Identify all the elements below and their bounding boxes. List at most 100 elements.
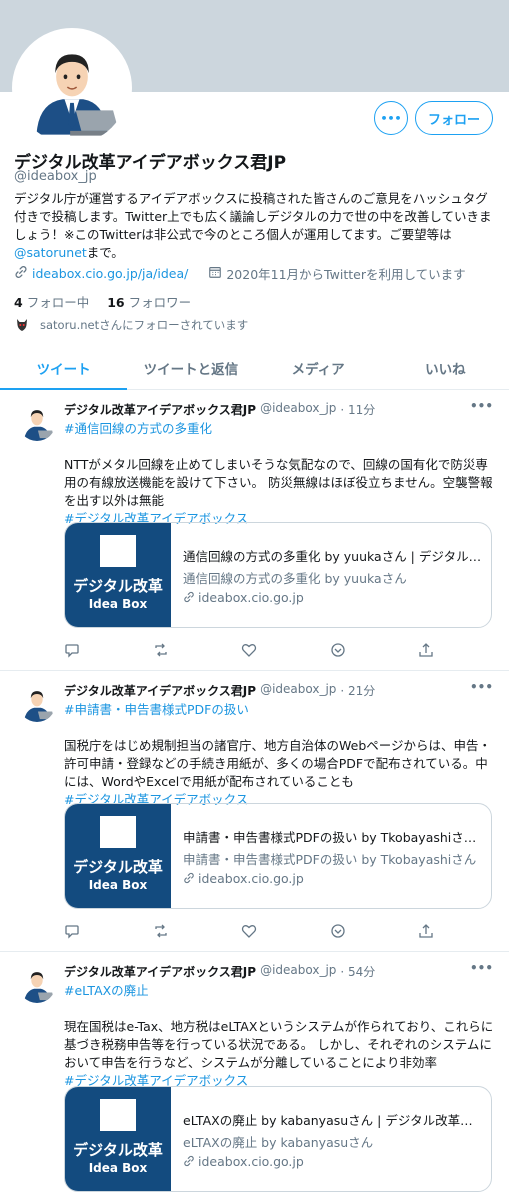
follow-button[interactable]: フォロー [415,101,493,135]
card-image-title: デジタル改革 [73,858,163,876]
following-label: フォロー中 [26,295,90,310]
retweet-icon[interactable] [153,923,169,942]
card-url: ideabox.cio.go.jp [183,871,479,886]
card-image-subtitle: Idea Box [88,878,148,892]
card-title: 申請書・申告書様式PDFの扱い by Tkobayashiさん | ... [183,829,483,845]
more-icon[interactable]: ••• [470,961,493,975]
card-url-text: ideabox.cio.go.jp [198,1153,304,1169]
profile-bio: デジタル庁が運営するアイデアボックスに投稿された皆さんのご意見をハッシュタグ付き… [14,190,498,262]
card-image: デジタル改革 Idea Box [65,804,171,908]
link-card[interactable]: デジタル改革 Idea Box 通信回線の方式の多重化 by yuukaさん |… [64,522,492,628]
more-options-button[interactable]: ••• [374,101,408,135]
tab-tweets-replies[interactable]: ツイートと返信 [127,347,254,389]
tweet[interactable]: デジタル改革アイデアボックス君JP @ideabox_jp · 21分 ••• … [0,672,509,952]
profile-handle: @ideabox_jp [14,169,97,184]
bio-mention-link[interactable]: @satorunet [14,245,87,260]
tweet-avatar[interactable] [18,684,56,722]
card-info: 申請書・申告書様式PDFの扱い by Tkobayashiさん | ... 申請… [171,804,491,908]
share-icon[interactable] [418,923,434,942]
calendar-icon [208,265,222,282]
tweet-header: デジタル改革アイデアボックス君JP @ideabox_jp · 21分 [64,682,375,699]
share-icon[interactable] [418,642,434,661]
followers-count-link[interactable]: 16 フォロワー [107,292,191,311]
tweet-avatar[interactable] [18,965,56,1003]
tweet-author-name[interactable]: デジタル改革アイデアボックス君JP [64,401,256,418]
like-icon[interactable] [241,923,257,942]
tweet-hashtag[interactable]: #通信回線の方式の多重化 [64,420,496,438]
follow-counts: 4 フォロー中 16 フォロワー [14,292,191,311]
profile-tabs: ツイート ツイートと返信 メディア いいね [0,347,509,390]
link-icon [184,591,194,603]
profile-meta: ideabox.cio.go.jp/ja/idea/ 2020年11月からTwi… [14,264,466,283]
link-icon [184,872,194,884]
tweet-author-name[interactable]: デジタル改革アイデアボックス君JP [64,682,256,699]
joined-date: 2020年11月からTwitterを利用しています [226,267,466,282]
dm-icon[interactable] [330,642,346,661]
tweet-author-handle[interactable]: @ideabox_jp [260,963,336,980]
more-icon[interactable]: ••• [470,399,493,413]
tweet-text: #eLTAXの廃止 現在国税はe-Tax、地方税はeLTAXというシステムが作ら… [64,982,496,1090]
tweet-avatar[interactable] [18,403,56,441]
following-count-link[interactable]: 4 フォロー中 [14,292,89,311]
tweet-author-handle[interactable]: @ideabox_jp [260,401,336,418]
tweet-text: #申請書・申告書様式PDFの扱い 国税庁をはじめ規制担当の諸官庁、地方自治体のW… [64,701,496,809]
link-icon [14,265,28,282]
link-card[interactable]: デジタル改革 Idea Box eLTAXの廃止 by kabanyasuさん … [64,1086,492,1192]
card-image: デジタル改革 Idea Box [65,1087,171,1191]
card-url: ideabox.cio.go.jp [183,1154,479,1169]
tweet-body: 現在国税はe-Tax、地方税はeLTAXというシステムが作られており、これらに基… [64,1019,494,1070]
more-icon[interactable]: ••• [470,680,493,694]
tweet-text: #通信回線の方式の多重化 NTTがメタル回線を止めてしまいそうな気配なので、回線… [64,420,496,528]
card-image-subtitle: Idea Box [88,597,148,611]
tweet-header: デジタル改革アイデアボックス君JP @ideabox_jp · 54分 [64,963,375,980]
follower-avatar-icon [17,319,27,331]
link-icon [184,1155,194,1167]
card-logo-icon [100,1099,136,1131]
tab-likes[interactable]: いいね [382,347,509,389]
tweet[interactable]: デジタル改革アイデアボックス君JP @ideabox_jp · 11分 ••• … [0,391,509,671]
tweet-body: 国税庁をはじめ規制担当の諸官庁、地方自治体のWebページからは、申告・許可申請・… [64,738,492,789]
card-url-text: ideabox.cio.go.jp [198,589,304,605]
tweet-header: デジタル改革アイデアボックス君JP @ideabox_jp · 11分 [64,401,375,418]
card-image: デジタル改革 Idea Box [65,523,171,627]
tweet-author-handle[interactable]: @ideabox_jp [260,682,336,699]
followed-by-text: satoru.netさんにフォローされています [40,318,249,332]
tweet-hashtag[interactable]: #eLTAXの廃止 [64,982,496,1000]
like-icon[interactable] [241,642,257,661]
card-info: 通信回線の方式の多重化 by yuukaさん | デジタル改... 通信回線の方… [171,523,491,627]
card-image-title: デジタル改革 [73,577,163,595]
followers-count: 16 [107,295,125,310]
card-title: 通信回線の方式の多重化 by yuukaさん | デジタル改... [183,548,483,564]
tweet-time[interactable]: · 21分 [340,682,375,699]
tweet[interactable]: デジタル改革アイデアボックス君JP @ideabox_jp · 54分 ••• … [0,953,509,1200]
followed-by[interactable]: satoru.netさんにフォローされています [16,317,248,333]
card-image-title: デジタル改革 [73,1141,163,1159]
card-image-subtitle: Idea Box [88,1161,148,1175]
reply-icon[interactable] [64,923,80,942]
card-description: eLTAXの廃止 by kabanyasuさん [183,1134,374,1150]
card-description: 通信回線の方式の多重化 by yuukaさん [183,570,407,586]
dm-icon[interactable] [330,923,346,942]
retweet-icon[interactable] [153,642,169,661]
profile-website-link[interactable]: ideabox.cio.go.jp/ja/idea/ [32,266,188,281]
tweet-body: NTTがメタル回線を止めてしまいそうな気配なので、回線の国有化で防災専用の有線放… [64,457,493,508]
reply-icon[interactable] [64,642,80,661]
profile-avatar[interactable] [12,28,132,148]
tweet-hashtag[interactable]: #申請書・申告書様式PDFの扱い [64,701,496,719]
tab-tweets[interactable]: ツイート [0,347,128,390]
following-count: 4 [14,295,23,310]
card-url-text: ideabox.cio.go.jp [198,870,304,886]
tab-media[interactable]: メディア [255,347,382,389]
link-card[interactable]: デジタル改革 Idea Box 申請書・申告書様式PDFの扱い by Tkoba… [64,803,492,909]
tweet-time[interactable]: · 11分 [340,401,375,418]
card-title: eLTAXの廃止 by kabanyasuさん | デジタル改革アイ... [183,1112,483,1128]
tweet-author-name[interactable]: デジタル改革アイデアボックス君JP [64,963,256,980]
followers-label: フォロワー [128,295,192,310]
tweet-time[interactable]: · 54分 [340,963,375,980]
bio-text-end: まで。 [86,245,124,260]
bio-text: デジタル庁が運営するアイデアボックスに投稿された皆さんのご意見をハッシュタグ付き… [14,191,492,242]
tweet-actions [64,642,434,661]
card-info: eLTAXの廃止 by kabanyasuさん | デジタル改革アイ... eL… [171,1087,491,1191]
card-url: ideabox.cio.go.jp [183,590,479,605]
card-logo-icon [100,816,136,848]
